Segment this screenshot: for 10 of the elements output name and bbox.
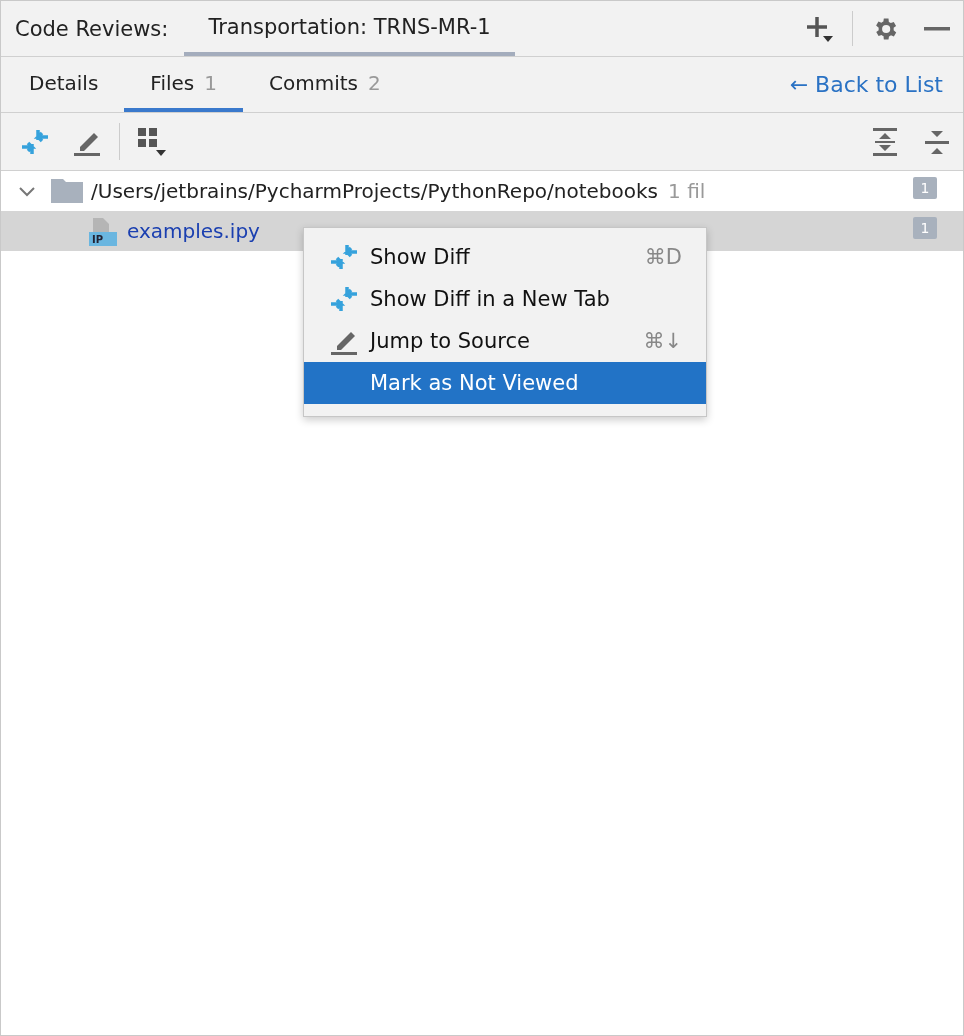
shortcut-label: ⌘D xyxy=(644,245,682,269)
file-count: 1 fil xyxy=(668,179,706,203)
tab-count: 1 xyxy=(204,70,217,95)
tab-count: 2 xyxy=(367,70,381,95)
comment-count-badge: 1 xyxy=(913,177,937,199)
folder-path: /Users/jetbrains/PycharmProjects/PythonRepo/notebooks xyxy=(91,179,659,203)
panel-title: Code Reviews: xyxy=(15,16,169,41)
file-name: examples.ipy xyxy=(127,219,260,243)
comment-count-badge: 1 xyxy=(913,217,937,239)
shortcut-label: ⌘↓ xyxy=(643,329,682,353)
